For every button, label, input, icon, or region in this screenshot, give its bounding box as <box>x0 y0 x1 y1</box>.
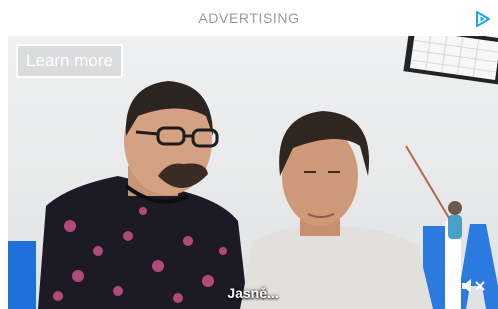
speaker-muted-icon[interactable] <box>460 277 488 295</box>
video-player[interactable]: Learn more Jasně... <box>8 36 498 309</box>
video-subtitle: Jasně... <box>227 285 279 301</box>
man-right <box>240 111 433 309</box>
adchoices-play-icon[interactable] <box>474 10 492 28</box>
ad-header: ADVERTISING <box>0 0 498 36</box>
learn-more-button[interactable]: Learn more <box>16 44 123 78</box>
background-worker <box>405 145 462 239</box>
man-left <box>38 81 248 309</box>
studio-softbox <box>403 36 498 85</box>
advertising-label: ADVERTISING <box>198 10 300 26</box>
